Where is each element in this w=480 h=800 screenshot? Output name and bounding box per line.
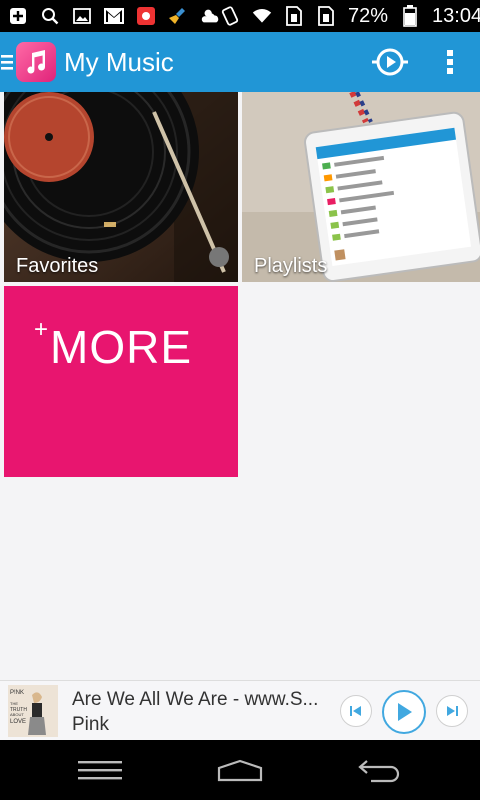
album-art[interactable]: P!NK THE TRUTH ABOUT LOVE xyxy=(8,685,58,737)
app-title: My Music xyxy=(64,46,174,77)
next-icon xyxy=(447,706,458,716)
favorites-label: Favorites xyxy=(16,255,99,277)
track-artist[interactable]: Pink xyxy=(72,714,109,736)
sim-icon xyxy=(316,6,336,26)
add-icon xyxy=(8,6,28,26)
broom-icon xyxy=(168,6,188,26)
album-art-word: THE xyxy=(10,701,18,706)
battery-icon xyxy=(400,5,420,27)
weather-icon xyxy=(200,6,220,26)
track-title[interactable]: Are We All We Are - www.S... xyxy=(72,689,324,711)
playlists-tile[interactable]: Playlists xyxy=(242,92,480,282)
more-label: MORE xyxy=(50,321,192,373)
album-art-artist: P!NK xyxy=(10,690,24,696)
image-icon xyxy=(72,6,92,26)
overflow-menu-icon[interactable] xyxy=(420,32,480,92)
favorites-tile[interactable]: Favorites xyxy=(4,92,238,282)
wifi-icon xyxy=(252,6,272,26)
back-icon xyxy=(358,760,400,783)
music-app-icon[interactable] xyxy=(16,42,56,82)
previous-track-button[interactable] xyxy=(340,695,372,727)
back-button[interactable] xyxy=(332,740,428,800)
play-icon xyxy=(398,703,412,721)
vinyl-record-image xyxy=(4,92,238,282)
drawer-menu-icon[interactable] xyxy=(0,32,14,92)
photo-icon xyxy=(136,6,156,26)
status-right: 72% 13:04 xyxy=(220,5,480,28)
album-art-word: LOVE xyxy=(10,719,26,725)
gmail-icon xyxy=(104,6,124,26)
next-track-button[interactable] xyxy=(436,695,468,727)
home-button[interactable] xyxy=(192,740,288,800)
more-plus-icon: + xyxy=(34,316,49,343)
more-tile[interactable]: + MORE xyxy=(4,286,238,477)
phone-on-sand-image xyxy=(242,92,480,282)
rotate-icon xyxy=(220,6,240,26)
recent-apps-button[interactable] xyxy=(52,740,148,800)
play-button[interactable] xyxy=(382,690,426,734)
clock: 13:04 xyxy=(432,4,480,27)
album-art-word: ABOUT xyxy=(10,712,24,717)
app-bar: My Music xyxy=(0,32,480,92)
status-left xyxy=(8,6,220,26)
cast-play-button[interactable] xyxy=(360,32,420,92)
app-actions xyxy=(360,32,480,92)
sim-icon xyxy=(284,6,304,26)
battery-percent: 72% xyxy=(348,4,389,27)
menu-lines-icon xyxy=(78,761,122,780)
status-bar: 72% 13:04 xyxy=(0,0,480,32)
previous-icon xyxy=(350,706,361,716)
system-nav-bar xyxy=(0,740,480,800)
playlists-label: Playlists xyxy=(254,255,328,277)
home-icon xyxy=(217,759,263,782)
search-icon xyxy=(40,6,60,26)
